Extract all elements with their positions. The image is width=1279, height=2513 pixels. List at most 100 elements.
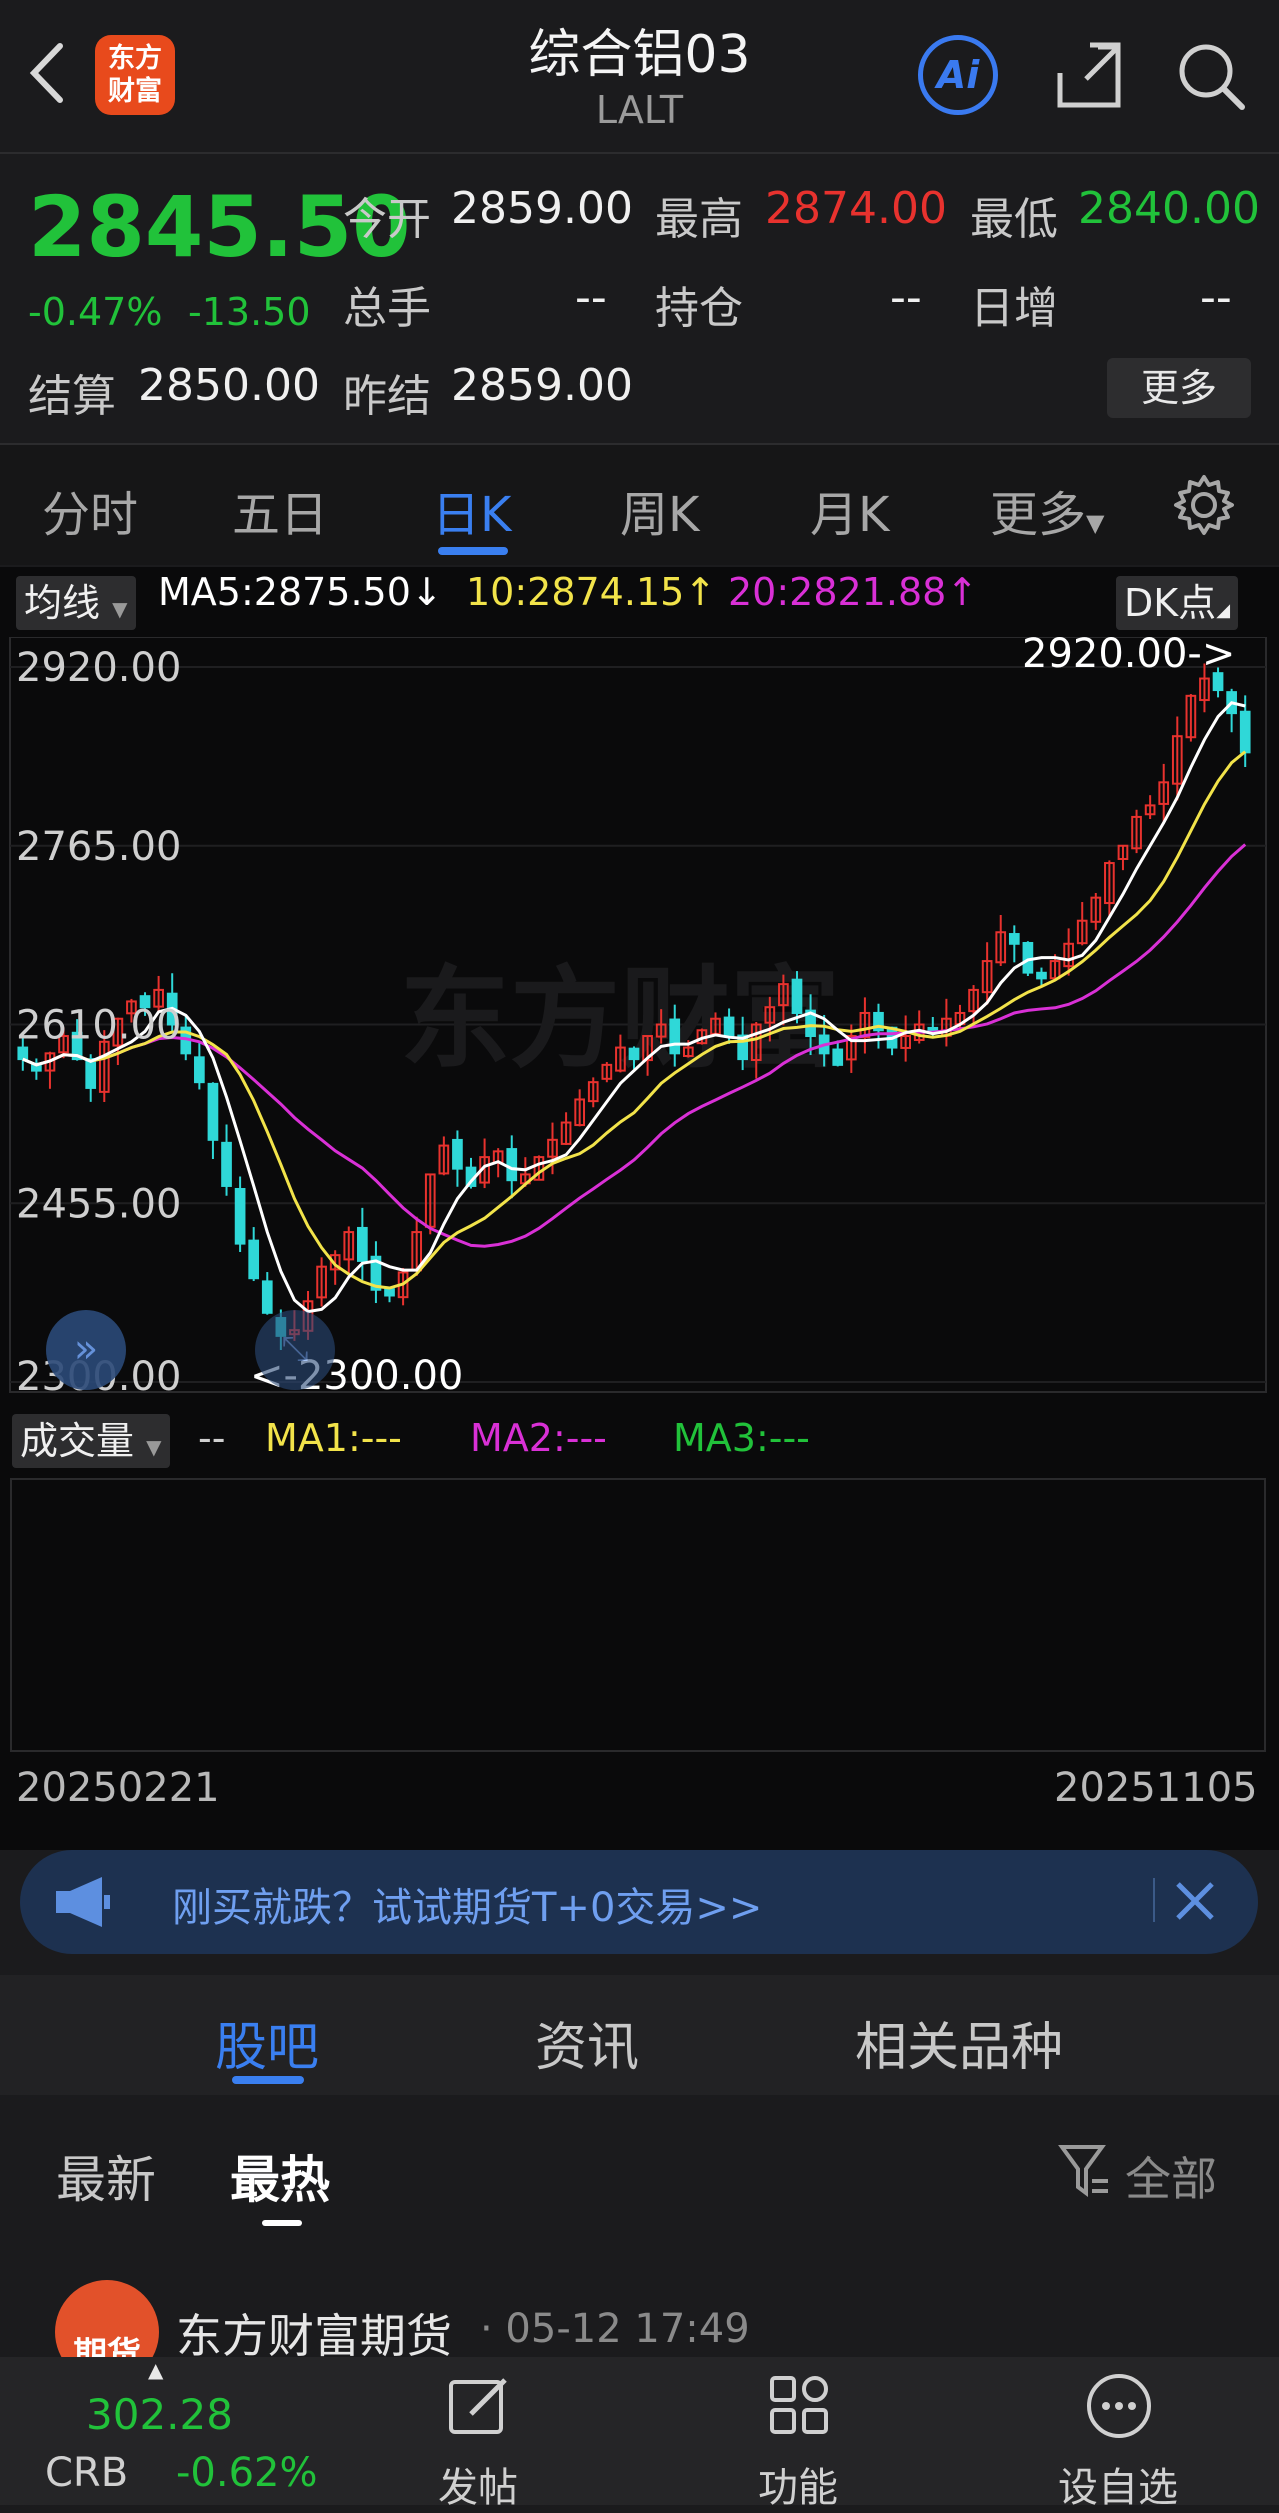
period-tabs: 分时 五日 日K 周K 月K 更多▼ [0, 445, 1279, 565]
ai-assistant-button[interactable]: Ai [918, 35, 998, 115]
tab-news[interactable]: 资讯 [535, 2005, 639, 2080]
tab-forum[interactable]: 股吧 [215, 2005, 319, 2080]
vol-ma1-legend: MA1:--- [265, 1416, 402, 1460]
date-end: 20251105 [1054, 1765, 1258, 1811]
vol-ma3-legend: MA3:--- [673, 1416, 810, 1460]
filter-hottest[interactable]: 最热 [230, 2140, 330, 2212]
tab-weekly-k[interactable]: 周K [620, 475, 699, 545]
y-tick-label: 2610.00 [16, 1003, 181, 1049]
index-change: -0.62% [176, 2450, 318, 2496]
prev-settle-value: 2859.00 [451, 360, 633, 411]
low-value: 2840.00 [1078, 183, 1260, 234]
ma5-legend: MA5:2875.50↓ [158, 570, 443, 614]
corner-triangle-icon: ◢ [1216, 600, 1231, 621]
candle-body [1022, 941, 1034, 974]
open-value: 2859.00 [451, 183, 633, 234]
volume-value: -- [198, 1416, 226, 1460]
daily-increase-value: -- [1200, 272, 1232, 323]
index-value[interactable]: 302.28 [86, 2390, 233, 2439]
candle-body [506, 1148, 518, 1182]
high-marker: 2920.00-> [1022, 637, 1235, 677]
date-start: 20250221 [16, 1765, 220, 1811]
dk-point-button[interactable]: DK点◢ [1116, 576, 1239, 630]
section-tabs [0, 1975, 1279, 2095]
vol-ma2-legend: MA2:--- [470, 1416, 607, 1460]
ma10-legend: 10:2874.15↑ [466, 570, 717, 614]
add-watchlist-label[interactable]: 设自选 [1058, 2455, 1178, 2513]
candle-body [234, 1187, 246, 1245]
change-amount: -13.50 [188, 290, 311, 334]
high-label: 最高 [655, 194, 743, 245]
y-tick-label: 2455.00 [16, 1181, 181, 1227]
filter-all[interactable]: 全部 [1125, 2143, 1217, 2209]
candle-body [1008, 933, 1020, 945]
volume-value: -- [575, 272, 607, 323]
candle-body [1036, 971, 1047, 980]
tab-related[interactable]: 相关品种 [855, 2005, 1063, 2080]
candle-body [261, 1280, 273, 1314]
function-grid-icon[interactable] [766, 2372, 832, 2438]
open-interest-label: 持仓 [655, 283, 743, 334]
index-name[interactable]: CRB [45, 2450, 128, 2496]
settle-label: 结算 [28, 371, 116, 422]
caret-down-icon: ▼ [146, 1435, 162, 1459]
close-icon[interactable] [1172, 1878, 1218, 1924]
search-icon[interactable] [1170, 35, 1250, 115]
candle-body [452, 1138, 463, 1170]
change-percent: -0.47% [28, 290, 163, 334]
tab-five-day[interactable]: 五日 [232, 475, 328, 545]
banner-text[interactable]: 刚买就跌？试试期货T+0交易>> [172, 1875, 762, 1933]
settle-value: 2850.00 [138, 360, 320, 411]
edit-post-icon[interactable] [447, 2372, 513, 2438]
more-quote-button[interactable]: 更多 [1107, 358, 1251, 418]
active-section-indicator [232, 2076, 304, 2084]
tab-monthly-k[interactable]: 月K [810, 475, 889, 545]
candle-body [194, 1056, 205, 1084]
candle-body [628, 1047, 640, 1061]
y-tick-label: 2765.00 [16, 824, 181, 870]
caret-up-icon: ▲ [148, 2358, 164, 2382]
ma-selector-button[interactable]: 均线 ▼ [16, 576, 136, 630]
high-value: 2874.00 [765, 183, 947, 234]
prev-settle-label: 昨结 [343, 371, 431, 422]
candle-body [1239, 710, 1251, 754]
open-label: 今开 [343, 194, 431, 245]
candle-body [384, 1288, 395, 1297]
low-label: 最低 [970, 194, 1058, 245]
kline-chart[interactable]: 东方财富 2920.002765.002610.002455.002300.00… [0, 637, 1279, 1407]
candle-body [221, 1141, 232, 1187]
expand-double-chevron-icon[interactable]: » [46, 1310, 126, 1390]
y-tick-label: 2920.00 [16, 645, 181, 691]
tab-intraday[interactable]: 分时 [42, 475, 138, 545]
active-tab-indicator [438, 547, 508, 555]
tab-more[interactable]: 更多▼ [990, 475, 1104, 545]
candle-body [357, 1226, 368, 1262]
divider [0, 152, 1279, 154]
ma20-legend: 20:2821.88↑ [728, 570, 979, 614]
candle-body [791, 978, 803, 1014]
post-button-label[interactable]: 发帖 [438, 2455, 518, 2513]
fullscreen-arrows-icon[interactable]: ⤡ [255, 1310, 335, 1390]
candle-body [17, 1046, 29, 1061]
candle-body [85, 1058, 97, 1089]
y-tick-labels: 2920.002765.002610.002455.002300.00 [16, 645, 181, 1400]
divider [1153, 1878, 1155, 1922]
settings-gear-icon[interactable] [1172, 473, 1236, 537]
volume-panel[interactable] [10, 1478, 1266, 1752]
megaphone-icon [56, 1877, 110, 1927]
more-dots-icon[interactable] [1085, 2372, 1153, 2440]
caret-down-icon: ▼ [1086, 509, 1105, 537]
candle-body [832, 1048, 844, 1066]
caret-down-icon: ▼ [112, 597, 128, 621]
filter-latest[interactable]: 最新 [56, 2140, 156, 2212]
filter-funnel-icon[interactable] [1058, 2143, 1110, 2199]
candle-body [248, 1239, 260, 1280]
candle-body [927, 1026, 939, 1032]
post-time: · 05-12 17:49 [480, 2306, 750, 2352]
share-icon[interactable] [1050, 35, 1130, 115]
volume-indicator-button[interactable]: 成交量 ▼ [12, 1414, 170, 1468]
function-button-label[interactable]: 功能 [758, 2455, 838, 2513]
daily-increase-label: 日增 [970, 283, 1058, 334]
tab-daily-k[interactable]: 日K [432, 475, 511, 545]
volume-label: 总手 [343, 283, 431, 334]
